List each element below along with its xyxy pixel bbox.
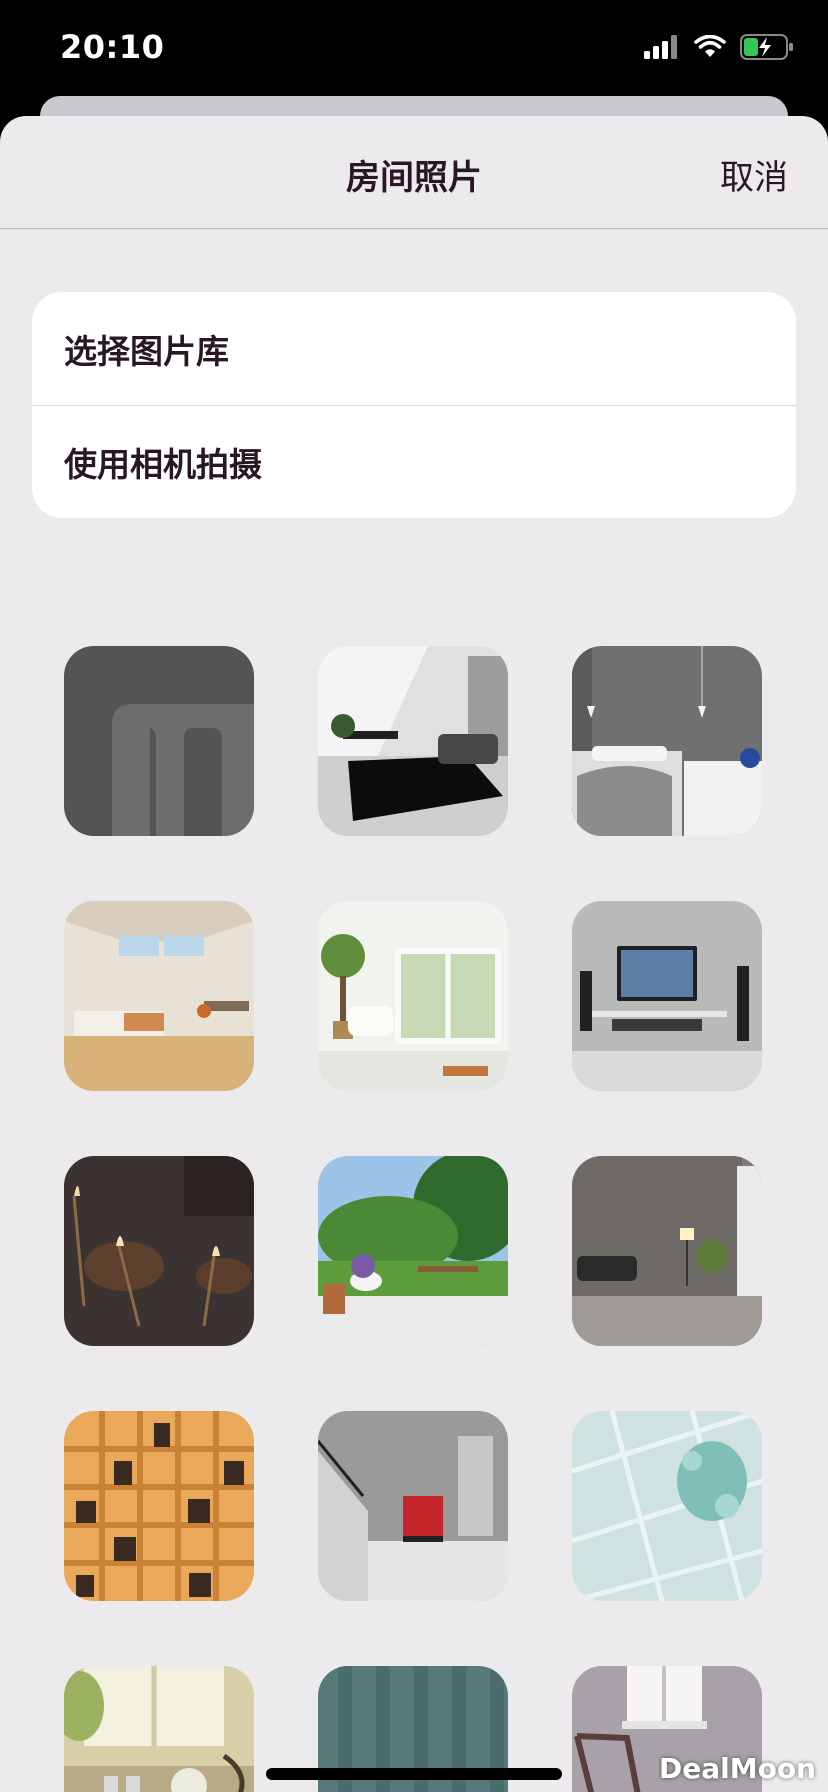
- sheet-header: 房间照片 取消: [0, 116, 828, 229]
- source-menu: 选择图片库 使用相机拍摄: [32, 292, 796, 518]
- photo-grid: [64, 646, 764, 1792]
- watermark: DealMoon: [659, 1752, 816, 1785]
- status-bar: 20:10: [0, 0, 828, 100]
- photo-tile-sunroom[interactable]: [318, 901, 508, 1091]
- photo-tile-garden-patio[interactable]: [318, 1156, 508, 1346]
- wifi-icon: [694, 35, 726, 57]
- photo-tile-bedroom-grey[interactable]: [572, 646, 762, 836]
- home-indicator[interactable]: [266, 1768, 562, 1780]
- photo-tile-glass-tiles[interactable]: [572, 1411, 762, 1601]
- photo-sheet: 房间照片 取消 选择图片库 使用相机拍摄: [0, 116, 828, 1792]
- battery-charging-icon: [740, 34, 793, 60]
- status-icons: [644, 34, 794, 60]
- status-time: 20:10: [60, 28, 165, 66]
- take-photo-button[interactable]: 使用相机拍摄: [32, 405, 796, 518]
- photo-tile-garage-stairs[interactable]: [318, 1411, 508, 1601]
- photo-tile-kitchen-window[interactable]: [64, 1666, 254, 1792]
- photo-tile-living-room-bw[interactable]: [318, 646, 508, 836]
- photo-tile-wood-wall-lounge[interactable]: [572, 1156, 762, 1346]
- photo-tile-bookshelf[interactable]: [64, 1411, 254, 1601]
- cellular-signal-icon: [644, 35, 677, 59]
- photo-tile-tv-room[interactable]: [572, 901, 762, 1091]
- cancel-button[interactable]: 取消: [720, 150, 788, 199]
- photo-tile-logo-m[interactable]: [64, 646, 254, 836]
- choose-photo-library-button[interactable]: 选择图片库: [32, 292, 796, 405]
- sheet-title: 房间照片: [346, 158, 482, 198]
- photo-tile-chandelier[interactable]: [64, 1156, 254, 1346]
- photo-tile-attic-bedroom[interactable]: [64, 901, 254, 1091]
